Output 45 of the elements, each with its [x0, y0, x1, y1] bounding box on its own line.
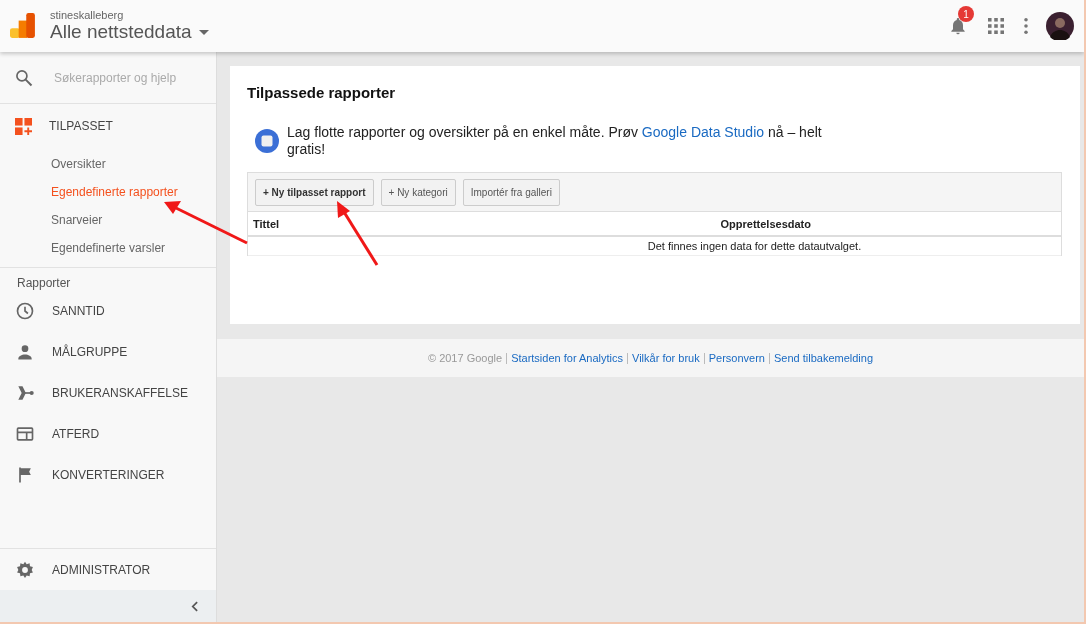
window-icon	[15, 424, 35, 444]
notification-badge: 1	[958, 6, 974, 22]
annotation-arrow	[337, 201, 379, 266]
empty-message: Det finnes ingen data for dette datautvalget.	[647, 240, 862, 252]
account-name: stineskalleberg	[50, 9, 125, 21]
property-selector[interactable]: Alle nettsteddata	[50, 21, 209, 43]
promo-text: Lag flotte rapporter og oversikter på en enkel måte. Prøv Google Data Studio nå – helt gratis!	[287, 124, 823, 158]
footer-link[interactable]: Personvern	[708, 352, 765, 364]
avatar[interactable]	[1046, 12, 1074, 40]
search-icon	[14, 67, 34, 88]
column-header[interactable]: Opprettelsesdato	[720, 217, 811, 230]
nav-subitem[interactable]: Snarveier	[0, 213, 216, 227]
copyright-text: © 2017 Google	[427, 352, 503, 364]
nav-item[interactable]: ATFERD	[52, 427, 100, 441]
settings-icon	[15, 559, 35, 580]
data-studio-link[interactable]: Google Data Studio	[641, 124, 765, 140]
search-field[interactable]: Søkerapporter og hjelp	[52, 69, 206, 86]
column-header[interactable]: Tittel	[253, 217, 280, 230]
nav-item[interactable]: KONVERTERINGER	[52, 468, 165, 482]
nav-subitem[interactable]: Egendefinerte varsler	[0, 241, 216, 255]
nav-item[interactable]: BRUKERANSKAFFELSE	[52, 386, 189, 400]
nav-section-label[interactable]: TILPASSET	[49, 119, 113, 133]
toolbar-button[interactable]: Importér fra galleri	[462, 178, 560, 206]
apps-button[interactable]	[988, 18, 1004, 34]
toolbar-button[interactable]: + Ny tilpasset rapport	[255, 178, 374, 206]
person-icon	[15, 342, 35, 362]
toolbar-button[interactable]: + Ny kategori	[380, 178, 456, 206]
nav-item[interactable]: SANNTID	[52, 304, 105, 318]
collapse-button[interactable]	[191, 600, 198, 612]
dashboard-plus-icon	[15, 117, 32, 135]
nav-item[interactable]: ADMINISTRATOR	[52, 562, 151, 577]
page-title: Tilpassede rapporter	[247, 84, 397, 101]
clock-icon	[15, 301, 35, 321]
analytics-logo	[10, 13, 36, 39]
nav-item[interactable]: MÅLGRUPPE	[52, 345, 128, 359]
caret-icon	[198, 29, 209, 35]
report-icon	[255, 129, 279, 153]
notifications-button[interactable]	[948, 16, 968, 36]
branch-icon	[15, 383, 35, 403]
footer-link[interactable]: Vilkår for bruk	[632, 352, 700, 364]
nav-subitem[interactable]: Oversikter	[0, 157, 216, 171]
section-heading: Rapporter	[16, 276, 72, 290]
footer-link[interactable]: Send tilbakemelding	[773, 352, 874, 364]
footer-link[interactable]: Startsiden for Analytics	[511, 352, 624, 364]
more-menu-button[interactable]	[1024, 18, 1028, 34]
